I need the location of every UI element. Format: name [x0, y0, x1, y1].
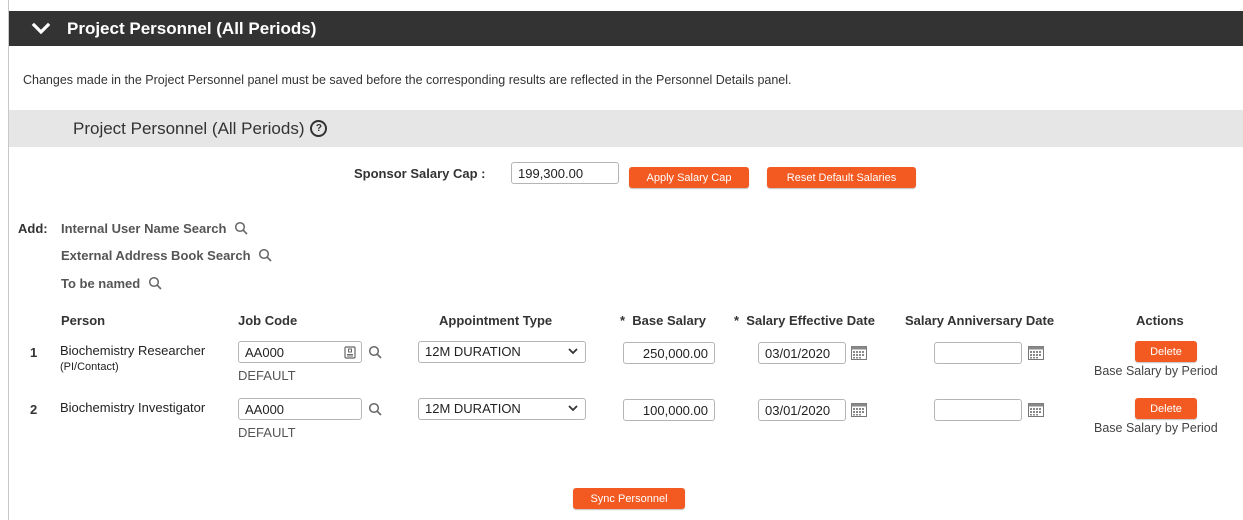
section-header: Project Personnel (All Periods) ?: [9, 110, 1243, 147]
dropdown-arrow-icon: [568, 348, 578, 355]
section-title: Project Personnel (All Periods): [73, 118, 305, 138]
header-effective-date-label: Salary Effective Date: [746, 313, 875, 328]
row-number: 1: [30, 345, 38, 360]
header-appointment-type: Appointment Type: [439, 313, 553, 328]
add-label: Add:: [18, 221, 48, 236]
header-base-salary-label: Base Salary: [632, 313, 707, 328]
reset-default-salaries-button[interactable]: Reset Default Salaries: [767, 167, 916, 188]
project-personnel-panel: Project Personnel (All Periods) Changes …: [8, 0, 1243, 520]
person-name: Biochemistry Researcher: [60, 343, 206, 358]
delete-button[interactable]: Delete: [1135, 341, 1197, 362]
header-effective-date: * Salary Effective Date: [734, 313, 875, 328]
anniversary-date-input[interactable]: [934, 399, 1022, 421]
row-number: 2: [30, 402, 38, 417]
save-notice: Changes made in the Project Personnel pa…: [23, 73, 792, 87]
delete-button[interactable]: Delete: [1135, 398, 1197, 419]
dropdown-arrow-icon: [568, 405, 578, 412]
search-icon[interactable]: [148, 276, 162, 290]
chevron-down-icon[interactable]: [31, 19, 51, 39]
sync-personnel-button[interactable]: Sync Personnel: [573, 488, 685, 509]
to-be-named-link[interactable]: To be named: [61, 276, 162, 291]
search-icon[interactable]: [368, 345, 382, 359]
header-anniversary-date: Salary Anniversary Date: [905, 313, 1055, 328]
effective-date-input[interactable]: [758, 342, 846, 364]
appointment-type-value: 12M DURATION: [425, 401, 521, 416]
person-name: Biochemistry Investigator: [60, 400, 206, 415]
salary-cap-label: Sponsor Salary Cap :: [354, 166, 486, 181]
required-mark: *: [734, 313, 740, 328]
header-actions: Actions: [1136, 313, 1184, 328]
job-code-input[interactable]: [238, 398, 362, 420]
search-icon[interactable]: [368, 402, 382, 416]
job-code-description: DEFAULT: [238, 368, 296, 383]
apply-salary-cap-button[interactable]: Apply Salary Cap: [629, 167, 749, 188]
base-salary-input[interactable]: [623, 342, 715, 364]
base-salary-by-period-link[interactable]: Base Salary by Period: [1094, 364, 1218, 378]
person-role: (PI/Contact): [60, 361, 119, 373]
job-code-description: DEFAULT: [238, 425, 296, 440]
panel-header[interactable]: Project Personnel (All Periods): [9, 11, 1243, 46]
calendar-icon[interactable]: [1028, 345, 1044, 360]
help-icon[interactable]: ?: [310, 120, 328, 137]
calendar-icon[interactable]: [851, 402, 867, 417]
appointment-type-value: 12M DURATION: [425, 344, 521, 359]
appointment-type-select[interactable]: 12M DURATION: [418, 398, 586, 420]
lookup-icon[interactable]: [344, 346, 356, 359]
anniversary-date-input[interactable]: [934, 342, 1022, 364]
panel-title: Project Personnel (All Periods): [67, 18, 317, 38]
base-salary-input[interactable]: [623, 399, 715, 421]
required-mark: *: [620, 313, 626, 328]
appointment-type-select[interactable]: 12M DURATION: [418, 341, 586, 363]
search-icon[interactable]: [234, 221, 248, 235]
header-person: Person: [61, 313, 106, 328]
calendar-icon[interactable]: [851, 345, 867, 360]
salary-cap-input[interactable]: [511, 162, 619, 184]
search-icon[interactable]: [258, 248, 272, 262]
effective-date-input[interactable]: [758, 399, 846, 421]
base-salary-by-period-link[interactable]: Base Salary by Period: [1094, 421, 1218, 435]
internal-user-search-link[interactable]: Internal User Name Search: [61, 221, 248, 236]
to-be-named-label: To be named: [61, 276, 141, 291]
calendar-icon[interactable]: [1028, 402, 1044, 417]
external-address-search-label: External Address Book Search: [61, 248, 251, 263]
external-address-book-search-link[interactable]: External Address Book Search: [61, 248, 272, 263]
internal-user-search-label: Internal User Name Search: [61, 221, 227, 236]
header-base-salary: * Base Salary: [620, 313, 706, 328]
header-job-code: Job Code: [238, 313, 298, 328]
